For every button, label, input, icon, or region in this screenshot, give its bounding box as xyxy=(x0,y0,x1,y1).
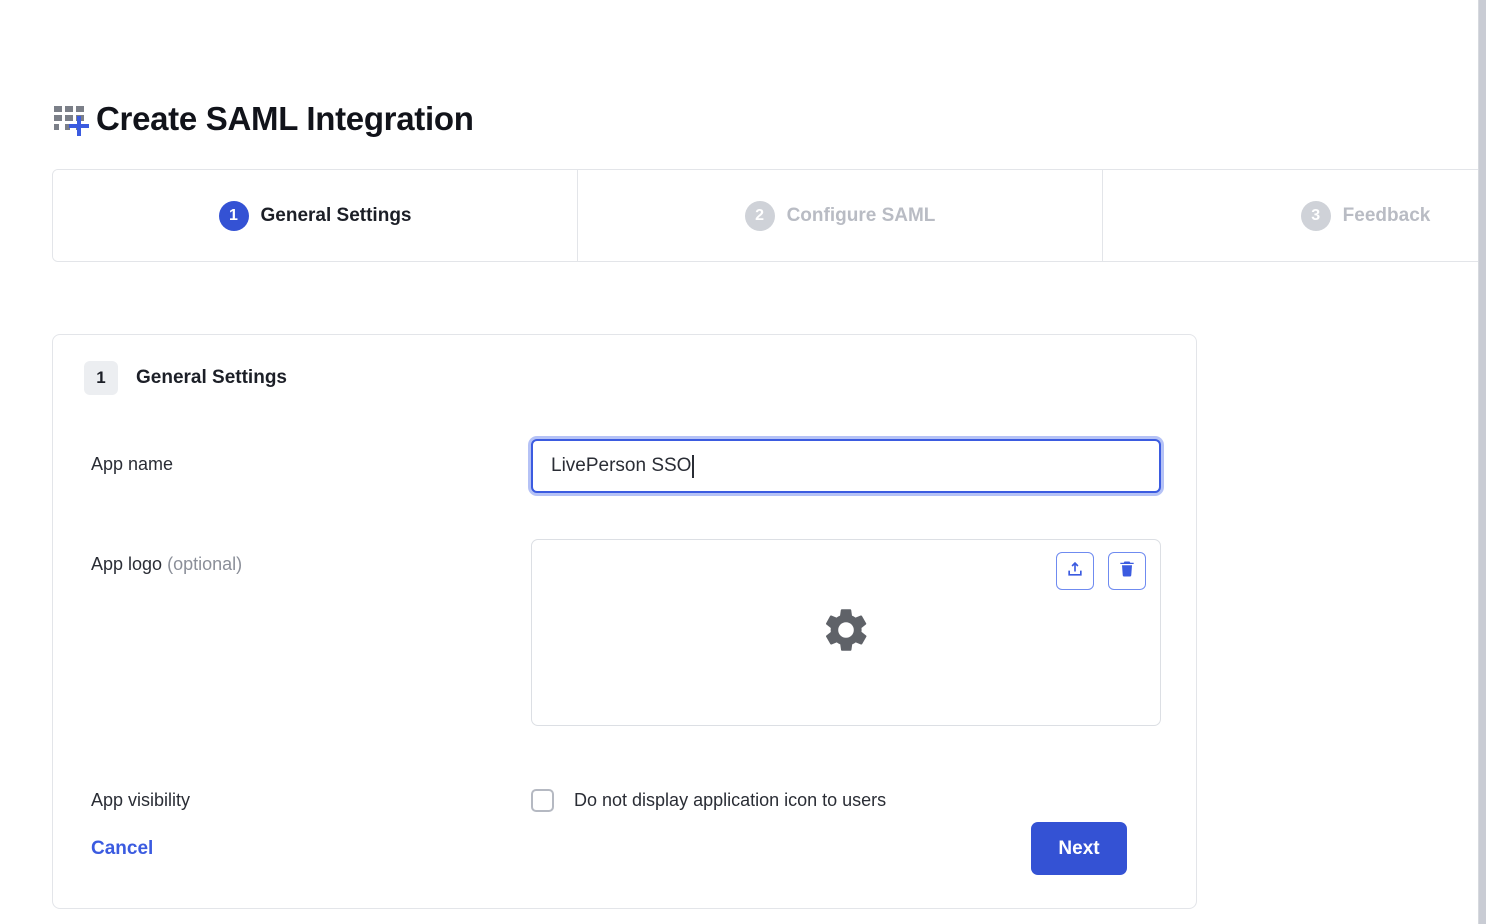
step-2-badge: 2 xyxy=(744,200,775,231)
step-1-badge: 1 xyxy=(218,200,249,231)
step-3-badge: 3 xyxy=(1300,200,1331,231)
app-visibility-label: App visibility xyxy=(91,790,191,810)
trash-icon xyxy=(1117,559,1137,584)
stepper: 1 General Settings 2 Configure SAML 3 Fe… xyxy=(52,169,1486,262)
step-3-label: Feedback xyxy=(1342,204,1431,226)
app-root: Create SAML Integration 1 General Settin… xyxy=(0,0,1486,924)
step-configure-saml[interactable]: 2 Configure SAML xyxy=(578,170,1103,261)
hide-app-icon-checkbox[interactable] xyxy=(531,789,554,812)
card-section-number: 1 xyxy=(84,361,118,395)
vertical-scrollbar[interactable] xyxy=(1478,0,1486,924)
upload-logo-button[interactable] xyxy=(1056,552,1094,590)
step-general-settings[interactable]: 1 General Settings xyxy=(53,170,578,261)
text-caret xyxy=(692,454,695,478)
next-button[interactable]: Next xyxy=(1031,822,1127,875)
cancel-button[interactable]: Cancel xyxy=(91,838,153,860)
scrollbar-thumb[interactable] xyxy=(1479,0,1486,924)
card-section-title: General Settings xyxy=(136,367,287,388)
app-name-label: App name xyxy=(91,454,174,474)
app-logo-actions xyxy=(1056,552,1146,590)
app-logo-label-text: App logo xyxy=(91,554,163,574)
app-logo-label: App logo (optional) xyxy=(91,554,242,575)
step-feedback[interactable]: 3 Feedback xyxy=(1103,170,1486,261)
page-title: Create SAML Integration xyxy=(52,94,474,142)
page-title-text: Create SAML Integration xyxy=(96,99,474,137)
app-name-input[interactable]: LivePerson SSO xyxy=(531,439,1161,493)
app-logo-dropzone[interactable] xyxy=(531,539,1161,726)
app-logo-optional-text: (optional) xyxy=(167,554,243,574)
hide-app-icon-checkbox-label: Do not display application icon to users xyxy=(574,790,887,810)
upload-icon xyxy=(1065,559,1085,584)
delete-logo-button[interactable] xyxy=(1108,552,1146,590)
app-name-value: LivePerson SSO xyxy=(551,455,692,476)
gear-icon xyxy=(820,604,872,661)
step-1-label: General Settings xyxy=(260,204,412,226)
app-visibility-checkbox-row: Do not display application icon to users xyxy=(531,789,886,812)
card-header: 1 General Settings xyxy=(84,361,287,395)
grid-plus-icon xyxy=(52,100,96,136)
step-2-label: Configure SAML xyxy=(786,204,936,226)
general-settings-card: 1 General Settings App name LivePerson S… xyxy=(52,334,1197,909)
